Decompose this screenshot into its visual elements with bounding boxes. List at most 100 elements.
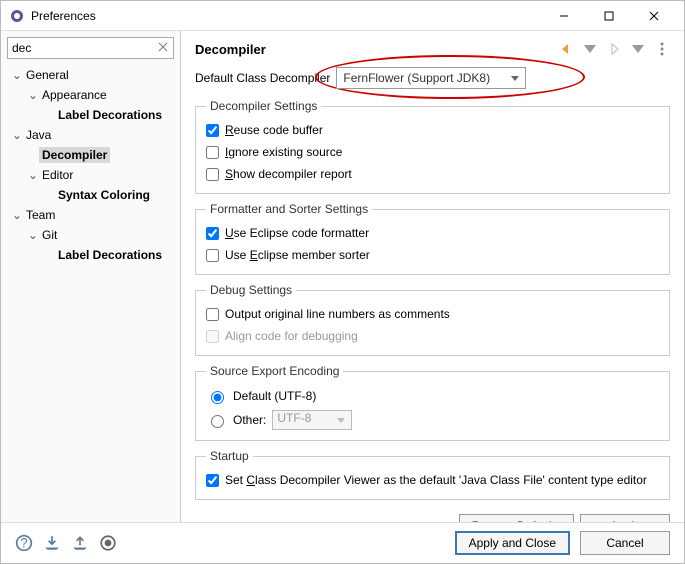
tree-item-appearance[interactable]: ⌄Appearance — [7, 85, 174, 105]
tree-label: Label Decorations — [55, 107, 165, 123]
radio-other-label: Other: — [233, 413, 266, 427]
chk-usesort-label: Use Eclipse member sorter — [225, 248, 370, 262]
chk-report-input[interactable] — [206, 168, 219, 181]
page-buttons: Restore Defaults Apply — [195, 508, 670, 522]
chk-output-label: Output original line numbers as comments — [225, 307, 450, 321]
import-icon[interactable] — [43, 534, 61, 552]
cancel-button[interactable]: Cancel — [580, 531, 670, 555]
chk-set-default-viewer[interactable]: Set Class Decompiler Viewer as the defau… — [206, 469, 659, 491]
group-legend: Formatter and Sorter Settings — [206, 202, 372, 216]
radio-default-label: Default (UTF-8) — [233, 389, 316, 403]
help-icon[interactable]: ? — [15, 534, 33, 552]
titlebar: Preferences — [1, 1, 684, 31]
filter-input[interactable] — [7, 37, 174, 59]
chevron-down-icon[interactable]: ⌄ — [11, 208, 23, 222]
back-icon[interactable] — [558, 41, 574, 57]
chk-output-lines[interactable]: Output original line numbers as comments — [206, 303, 659, 325]
chk-reuse-input[interactable] — [206, 124, 219, 137]
chk-show-report[interactable]: Show decompiler report — [206, 163, 659, 185]
record-icon[interactable] — [99, 534, 117, 552]
chk-usefmt-input[interactable] — [206, 227, 219, 240]
group-encoding: Source Export Encoding Default (UTF-8) O… — [195, 364, 670, 441]
other-encoding-combo: UTF-8 — [272, 410, 352, 430]
tree-item-decompiler[interactable]: Decompiler — [7, 145, 174, 165]
chk-usefmt-label: Use Eclipse code formatter — [225, 226, 369, 240]
window-buttons — [541, 2, 676, 30]
page-header: Decompiler — [195, 41, 670, 57]
tree-item-editor[interactable]: ⌄Editor — [7, 165, 174, 185]
radio-default-enc[interactable]: Default (UTF-8) — [206, 384, 659, 408]
apply-button[interactable]: Apply — [580, 514, 670, 522]
tree-item-label-decorations-git[interactable]: Label Decorations — [7, 245, 174, 265]
export-icon[interactable] — [71, 534, 89, 552]
tree-label: Team — [23, 207, 58, 223]
radio-default-input[interactable] — [211, 391, 224, 404]
group-decompiler-settings: Decompiler Settings Reuse code buffer Ig… — [195, 99, 670, 194]
tree-label: General — [23, 67, 72, 83]
page-title: Decompiler — [195, 42, 558, 57]
chk-align-input — [206, 330, 219, 343]
minimize-button[interactable] — [541, 2, 586, 30]
close-button[interactable] — [631, 2, 676, 30]
preferences-window: Preferences ⌄General ⌄Appearance Label D… — [0, 0, 685, 564]
group-legend: Startup — [206, 449, 253, 463]
default-decompiler-label: Default Class Decompiler — [195, 71, 330, 85]
group-debug-settings: Debug Settings Output original line numb… — [195, 283, 670, 356]
chk-align-code: Align code for debugging — [206, 325, 659, 347]
menu-icon[interactable] — [654, 41, 670, 57]
tree-label: Editor — [39, 167, 76, 183]
footer: ? Apply and Close Cancel — [1, 522, 684, 563]
chevron-down-icon[interactable]: ⌄ — [11, 68, 23, 82]
chk-reuse-buffer[interactable]: Reuse code buffer — [206, 119, 659, 141]
tree-label: Syntax Coloring — [55, 187, 153, 203]
content: Decompiler Default Class Decompiler Fern… — [181, 31, 684, 522]
footer-icons: ? — [15, 534, 445, 552]
body: ⌄General ⌄Appearance Label Decorations ⌄… — [1, 31, 684, 522]
tree-item-syntax-coloring[interactable]: Syntax Coloring — [7, 185, 174, 205]
chk-report-label: Show decompiler report — [225, 167, 352, 181]
chevron-down-icon[interactable]: ⌄ — [27, 168, 39, 182]
chk-align-label: Align code for debugging — [225, 329, 358, 343]
svg-text:?: ? — [20, 536, 28, 551]
chevron-down-icon[interactable]: ⌄ — [27, 228, 39, 242]
nav-tree: ⌄General ⌄Appearance Label Decorations ⌄… — [7, 65, 174, 516]
chk-output-input[interactable] — [206, 308, 219, 321]
tree-label: Java — [23, 127, 54, 143]
app-icon — [9, 8, 25, 24]
chk-ignore-source[interactable]: Ignore existing source — [206, 141, 659, 163]
tree-item-git[interactable]: ⌄Git — [7, 225, 174, 245]
group-legend: Debug Settings — [206, 283, 296, 297]
radio-other-enc[interactable]: Other: UTF-8 — [206, 408, 659, 432]
chk-reuse-label: Reuse code buffer — [225, 123, 323, 137]
chk-use-sorter[interactable]: Use Eclipse member sorter — [206, 244, 659, 266]
chk-setdefault-input[interactable] — [206, 474, 219, 487]
chk-ignore-label: Ignore existing source — [225, 145, 342, 159]
group-startup: Startup Set Class Decompiler Viewer as t… — [195, 449, 670, 500]
tree-label: Git — [39, 227, 60, 243]
default-decompiler-combo[interactable]: FernFlower (Support JDK8) — [336, 67, 526, 89]
forward-icon[interactable] — [606, 41, 622, 57]
tree-item-label-decorations[interactable]: Label Decorations — [7, 105, 174, 125]
chk-use-formatter[interactable]: Use Eclipse code formatter — [206, 222, 659, 244]
back-dropdown-icon[interactable] — [582, 41, 598, 57]
forward-dropdown-icon[interactable] — [630, 41, 646, 57]
sidebar: ⌄General ⌄Appearance Label Decorations ⌄… — [1, 31, 181, 522]
tree-item-team[interactable]: ⌄Team — [7, 205, 174, 225]
restore-defaults-button[interactable]: Restore Defaults — [459, 514, 574, 522]
group-legend: Source Export Encoding — [206, 364, 343, 378]
chk-ignore-input[interactable] — [206, 146, 219, 159]
tree-label: Label Decorations — [55, 247, 165, 263]
tree-label: Appearance — [39, 87, 110, 103]
chk-usesort-input[interactable] — [206, 249, 219, 262]
combo-value: FernFlower (Support JDK8) — [343, 71, 490, 85]
chevron-down-icon[interactable]: ⌄ — [11, 128, 23, 142]
group-formatter-settings: Formatter and Sorter Settings Use Eclips… — [195, 202, 670, 275]
group-legend: Decompiler Settings — [206, 99, 321, 113]
tree-item-java[interactable]: ⌄Java — [7, 125, 174, 145]
clear-filter-icon[interactable] — [156, 40, 170, 54]
maximize-button[interactable] — [586, 2, 631, 30]
chevron-down-icon[interactable]: ⌄ — [27, 88, 39, 102]
tree-item-general[interactable]: ⌄General — [7, 65, 174, 85]
apply-and-close-button[interactable]: Apply and Close — [455, 531, 570, 555]
radio-other-input[interactable] — [211, 415, 224, 428]
